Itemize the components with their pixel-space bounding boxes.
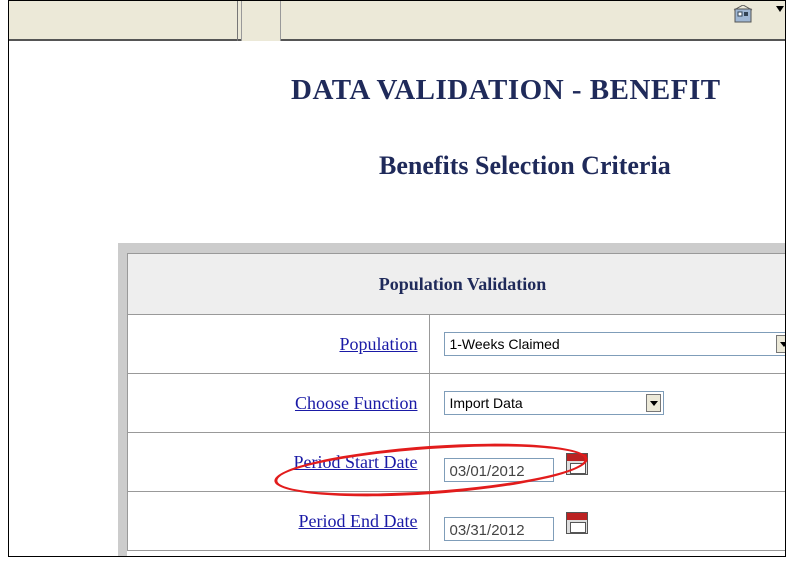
criteria-table: Population Validation Population 1-Weeks…	[126, 253, 785, 551]
browser-frame: DATA VALIDATION - BENEFIT Benefits Selec…	[8, 0, 786, 557]
population-label-cell: Population	[126, 314, 431, 374]
scroll-down-icon[interactable]	[775, 1, 785, 17]
period-end-date-link[interactable]: Period End Date	[299, 511, 418, 531]
function-label-cell: Choose Function	[126, 373, 431, 433]
dropdown-arrow-icon[interactable]	[776, 335, 785, 353]
population-select[interactable]: 1-Weeks Claimed	[444, 332, 785, 356]
criteria-panel-inner: Population Validation Population 1-Weeks…	[126, 253, 785, 556]
toolbar	[9, 1, 785, 41]
table-row: Period End Date 03/31/2012	[126, 491, 785, 551]
population-select-value: 1-Weeks Claimed	[449, 336, 560, 352]
page-title: DATA VALIDATION - BENEFIT	[291, 74, 721, 106]
home-icon[interactable]	[733, 5, 753, 23]
choose-function-link[interactable]: Choose Function	[295, 393, 418, 413]
period-end-date-input[interactable]: 03/31/2012	[444, 517, 555, 541]
page-subtitle: Benefits Selection Criteria	[379, 151, 671, 180]
toolbar-button[interactable]	[241, 1, 281, 41]
choose-function-select-value: Import Data	[449, 395, 523, 411]
function-value-cell: Import Data	[429, 373, 785, 433]
choose-function-select[interactable]: Import Data	[444, 391, 665, 415]
toolbar-divider	[237, 1, 238, 41]
end-date-value-cell: 03/31/2012	[429, 491, 785, 551]
table-row: Population 1-Weeks Claimed	[126, 314, 785, 374]
section-header: Population Validation	[127, 253, 785, 315]
end-date-label-cell: Period End Date	[126, 491, 431, 551]
table-row: Choose Function Import Data	[126, 373, 785, 433]
dropdown-arrow-icon[interactable]	[646, 394, 662, 412]
criteria-panel: Population Validation Population 1-Weeks…	[118, 243, 785, 556]
calendar-icon[interactable]	[566, 512, 589, 534]
population-value-cell: 1-Weeks Claimed	[429, 314, 785, 374]
population-link[interactable]: Population	[339, 334, 417, 354]
